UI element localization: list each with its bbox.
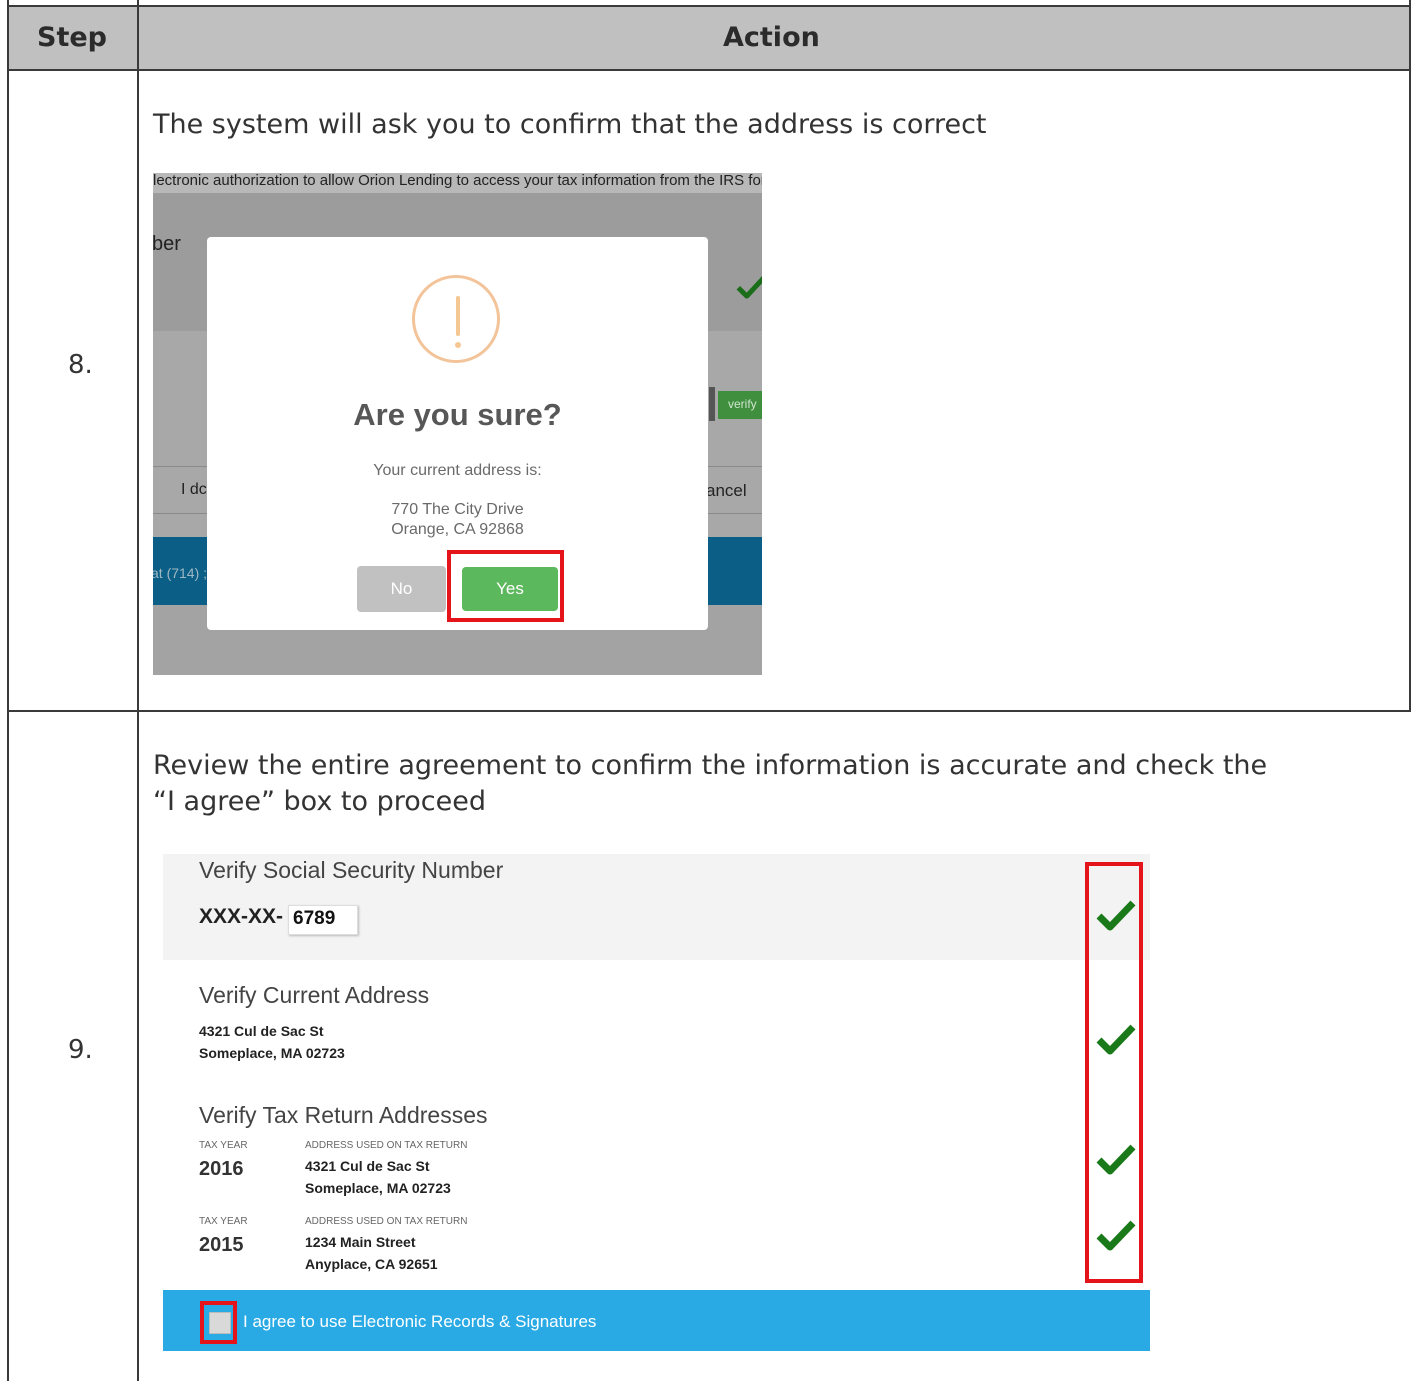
highlight-checkmarks-box [1085,862,1143,1283]
tax-year: 2016 [199,1158,244,1180]
input-edge [709,387,715,421]
table-border-right [1409,0,1411,712]
no-button[interactable]: No [357,566,446,612]
modal-subtitle: Your current address is: [373,462,542,479]
step-9-instruction-line1: Review the entire agreement to confirm t… [153,750,1268,781]
tax-address-label: ADDRESS USED ON TAX RETURN [305,1140,468,1151]
tax-year-label: TAX YEAR [199,1216,248,1227]
address-line1: 4321 Cul de Sac St [199,1023,324,1039]
header-step: Step [37,22,107,53]
tax-address-line2: Anyplace, CA 92651 [305,1256,438,1272]
checkmark-icon [736,276,762,299]
table-divider [137,0,139,1381]
background-label: I dc [181,481,207,498]
tax-address-line2: Someplace, MA 02723 [305,1180,451,1196]
background-label: ber [153,233,181,255]
ssn-heading: Verify Social Security Number [199,857,504,883]
step-9-instruction-line2: “I agree” box to proceed [153,786,486,817]
tax-heading: Verify Tax Return Addresses [199,1102,488,1128]
highlight-yes-box [447,550,564,622]
tax-address-line1: 4321 Cul de Sac St [305,1158,430,1174]
ssn-prefix: XXX-XX- [199,905,284,928]
table-border-top [7,5,1411,7]
step-8-instruction: The system will ask you to confirm that … [153,109,987,140]
header-border-bottom [7,69,1411,71]
modal-title: Are you sure? [353,397,562,432]
background-phone-text: at (714) ; [153,565,208,581]
consent-banner-text: lectronic authorization to allow Orion L… [153,173,762,189]
step-number-9: 9. [68,1035,93,1065]
table-border-left [7,0,9,1381]
tax-year: 2015 [199,1234,244,1256]
warning-icon [412,275,500,363]
modal-address-line1: 770 The City Drive [391,501,524,518]
address-heading: Verify Current Address [199,982,430,1008]
highlight-checkbox-box [200,1301,237,1344]
tax-address-line1: 1234 Main Street [305,1234,416,1250]
modal-address-line2: Orange, CA 92868 [391,521,524,538]
step-number-8: 8. [68,350,93,380]
table-header-row [8,6,1410,70]
background-cancel-label: ancel [706,481,747,500]
ssn-input[interactable]: 6789 [288,905,358,935]
verify-button[interactable]: verify [718,391,762,419]
header-action: Action [723,22,820,53]
row-divider [7,710,1411,712]
address-line2: Someplace, MA 02723 [199,1045,345,1061]
agree-label: I agree to use Electronic Records & Sign… [243,1312,597,1331]
tax-address-label: ADDRESS USED ON TAX RETURN [305,1216,468,1227]
tax-year-label: TAX YEAR [199,1140,248,1151]
